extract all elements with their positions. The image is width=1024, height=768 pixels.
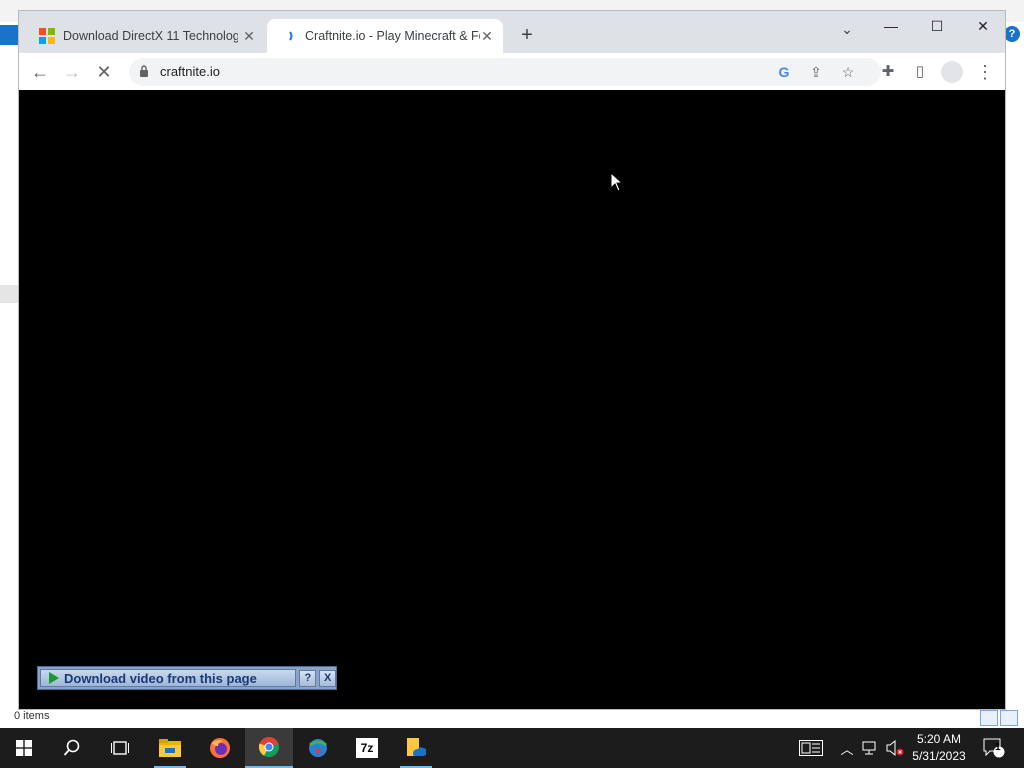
notifications-button[interactable]: 1 <box>980 728 1008 768</box>
download-manager-icon <box>309 739 327 757</box>
close-window-button[interactable]: ✕ <box>960 15 1006 37</box>
task-view-icon <box>111 741 129 755</box>
download-close-button[interactable]: X <box>319 669 337 687</box>
7zip-icon: 7z <box>356 738 378 758</box>
tab-craftnite[interactable]: Craftnite.io - Play Minecraft & Fortnite… <box>267 19 503 53</box>
task-view-button[interactable] <box>96 728 144 768</box>
new-tab-button[interactable]: + <box>517 25 537 45</box>
forward-button[interactable]: → <box>61 61 83 83</box>
menu-icon[interactable]: ⋮ <box>974 61 996 83</box>
details-view-button[interactable] <box>980 710 998 726</box>
mouse-cursor-icon <box>610 172 624 192</box>
tab-strip: Download DirectX 11 Technology ✕ Craftni… <box>19 11 1005 53</box>
url-text: craftnite.io <box>160 64 220 79</box>
clock-time: 5:20 AM <box>916 732 962 746</box>
item-count: 0 items <box>14 710 50 722</box>
close-tab-icon[interactable]: ✕ <box>241 28 257 44</box>
chrome-window: Download DirectX 11 Technology ✕ Craftni… <box>18 10 1006 710</box>
extensions-icon[interactable]: ✚ <box>877 61 899 83</box>
firefox-icon <box>210 738 230 758</box>
view-toggle <box>980 710 1018 726</box>
start-button[interactable] <box>0 728 48 768</box>
file-explorer-taskbar-button[interactable] <box>146 728 194 768</box>
show-hidden-icons-chevron-icon[interactable]: ︿ <box>838 728 856 768</box>
windows-logo-icon <box>16 740 32 756</box>
bookmark-star-icon[interactable]: ☆ <box>839 63 857 81</box>
browser-toolbar: ← → ✕ craftnite.io G ⇪ ☆ ✚ ▯ ⋮ <box>19 53 1005 90</box>
lock-icon <box>140 65 148 77</box>
google-lens-icon[interactable]: G <box>775 63 793 81</box>
folder-icon <box>159 739 181 757</box>
download-video-button[interactable]: Download video from this page <box>40 669 297 687</box>
loading-spinner-icon <box>289 31 293 41</box>
news-widget-icon[interactable] <box>796 728 826 768</box>
download-help-button[interactable]: ? <box>299 669 317 687</box>
minimize-button[interactable]: — <box>868 15 914 37</box>
side-panel-icon[interactable]: ▯ <box>909 61 931 83</box>
firefox-taskbar-button[interactable] <box>196 728 244 768</box>
explorer-status-bar: 0 items <box>0 708 1024 728</box>
share-icon[interactable]: ⇪ <box>807 63 825 81</box>
download-video-bar: Download video from this page ? X <box>37 666 337 690</box>
notification-icon <box>983 738 1005 758</box>
network-icon[interactable] <box>860 728 882 768</box>
help-icon[interactable]: ? <box>1004 26 1020 42</box>
stop-loading-button[interactable]: ✕ <box>93 61 115 83</box>
7zip-taskbar-button[interactable]: 7z <box>343 728 391 768</box>
tab-search-icon[interactable]: ⌄ <box>837 21 857 41</box>
explorer-nav-item[interactable] <box>0 285 18 303</box>
onedrive-icon[interactable] <box>0 25 18 45</box>
clock[interactable]: 5:20 AM 5/31/2023 <box>900 731 978 765</box>
onedrive-folder-taskbar-button[interactable] <box>392 728 440 768</box>
search-icon <box>63 739 80 756</box>
clock-date: 5/31/2023 <box>912 749 966 763</box>
tab-directx[interactable]: Download DirectX 11 Technology ✕ <box>29 19 265 53</box>
search-button[interactable] <box>48 728 96 768</box>
tiles-view-button[interactable] <box>1000 710 1018 726</box>
page-content[interactable]: Download video from this page ? X <box>19 90 1005 709</box>
tab-title: Download DirectX 11 Technology <box>63 29 238 43</box>
microsoft-logo-icon <box>39 28 55 44</box>
play-icon <box>49 672 59 684</box>
download-video-label: Download video from this page <box>64 670 257 686</box>
notification-count: 1 <box>995 742 1001 753</box>
chrome-icon <box>258 737 279 757</box>
back-button[interactable]: ← <box>29 61 51 83</box>
close-tab-icon[interactable]: ✕ <box>479 28 495 44</box>
taskbar: 7z ︿ 5:20 AM 5/31/2023 1 <box>0 728 1024 768</box>
maximize-button[interactable]: ☐ <box>914 15 960 37</box>
tab-title: Craftnite.io - Play Minecraft & Fortnite <box>305 29 480 43</box>
chrome-taskbar-button[interactable] <box>245 728 293 768</box>
address-bar[interactable]: craftnite.io G ⇪ ☆ <box>129 58 881 86</box>
profile-avatar[interactable] <box>941 61 963 83</box>
folder-cloud-icon <box>407 738 427 756</box>
download-manager-taskbar-button[interactable] <box>294 728 342 768</box>
